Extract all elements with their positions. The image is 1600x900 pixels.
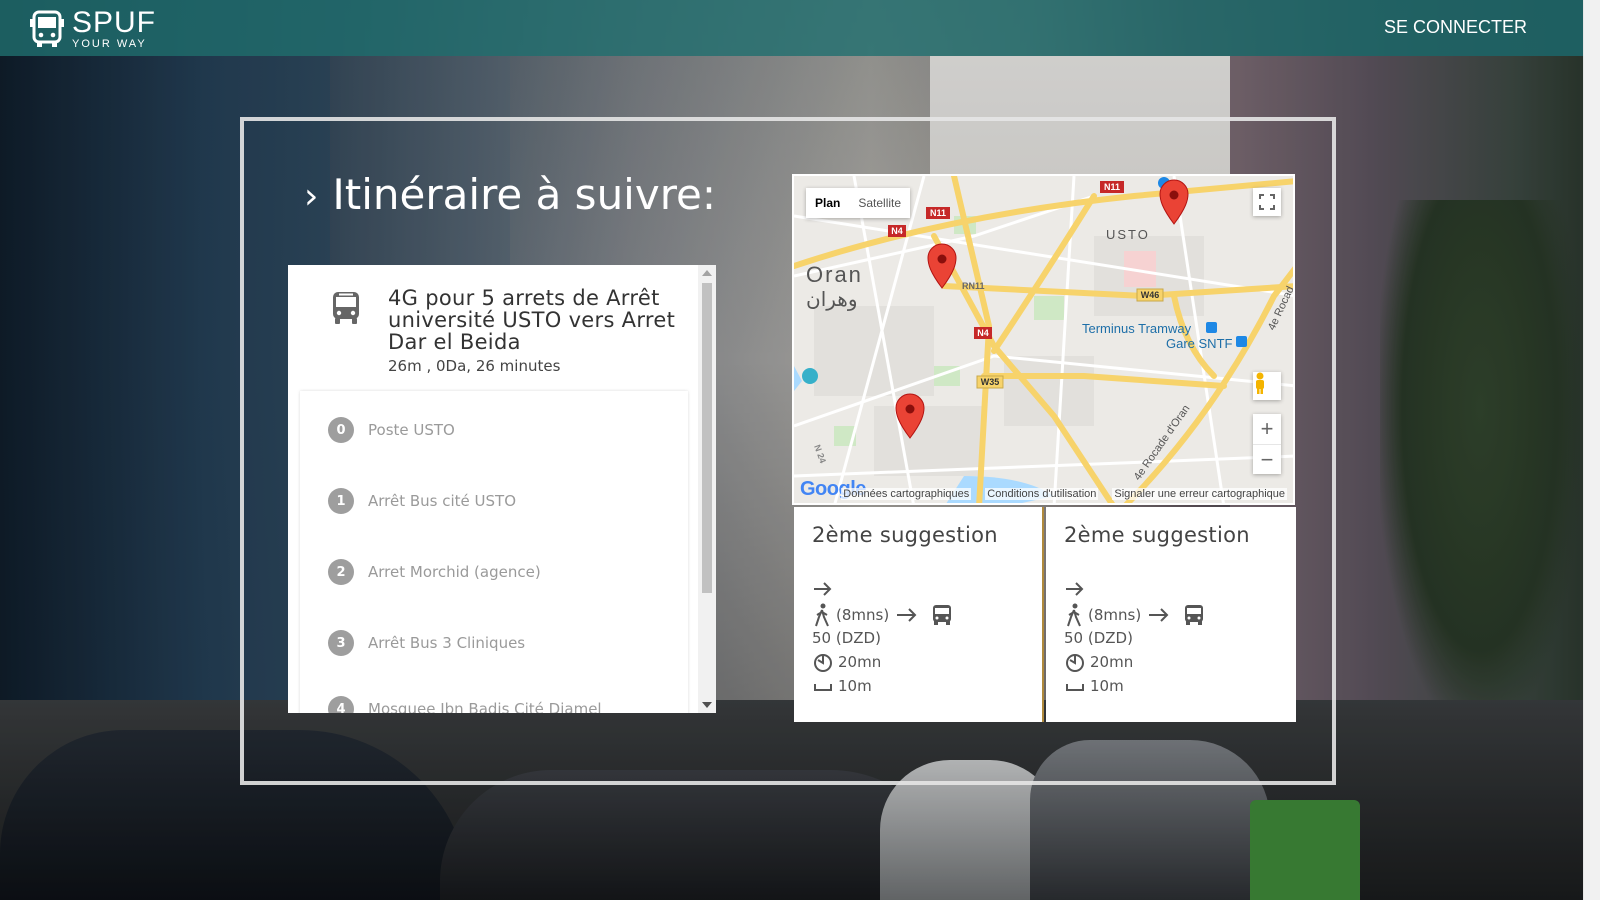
itinerary-panel[interactable]: 4G pour 5 arrets de Arrêt université UST… — [288, 265, 716, 713]
suggestion-arrow — [812, 581, 838, 597]
walk-icon — [815, 603, 829, 627]
arrow-right-icon — [1149, 608, 1169, 622]
itinerary-title: 4G pour 5 arrets de Arrêt université UST… — [388, 286, 676, 354]
map-report-link[interactable]: Signaler une erreur cartographique — [1112, 488, 1287, 500]
duration-value: 20mn — [838, 653, 882, 671]
map-data-link[interactable]: Données cartographiques — [841, 488, 972, 500]
login-link[interactable]: SE CONNECTER — [1384, 17, 1527, 38]
list-item[interactable]: 1 Arrêt Bus cité USTO — [328, 488, 516, 514]
timer-icon — [814, 654, 832, 672]
map-footer: Données cartographiques Conditions d'uti… — [794, 485, 1293, 503]
page-background: SPUF YOUR WAY SE CONNECTER › Itinéraire … — [0, 0, 1583, 900]
bus-icon — [30, 10, 64, 47]
stop-number: 2 — [328, 559, 354, 585]
pegman-icon — [1256, 372, 1264, 394]
logo-name: SPUF — [72, 6, 157, 39]
walk-time: (8mns) — [1088, 606, 1142, 624]
itinerary-scrollbar[interactable] — [698, 265, 716, 713]
street-view-button[interactable] — [1253, 372, 1281, 400]
scroll-down-arrow[interactable] — [702, 702, 712, 708]
road-label: N11 — [1104, 182, 1120, 192]
logo[interactable]: SPUF YOUR WAY — [28, 8, 156, 50]
road-label: N4 — [977, 328, 989, 338]
stop-number: 4 — [328, 696, 354, 713]
stop-number: 3 — [328, 630, 354, 656]
scroll-thumb[interactable] — [702, 283, 712, 593]
chevron-right-icon: › — [304, 176, 319, 217]
stop-name: Arrêt Bus cité USTO — [368, 492, 517, 510]
bus-icon — [1185, 605, 1204, 625]
timer-icon — [1066, 654, 1084, 672]
ruler-icon — [1066, 684, 1084, 691]
duration-value: 20mn — [1090, 653, 1134, 671]
map-label-oran-arabic: وهران — [806, 287, 857, 311]
road-label: N11 — [930, 208, 946, 218]
map-label-usto: USTO — [1106, 227, 1150, 242]
stop-name: Mosquee Ibn Badis Cité Djamel — [368, 700, 602, 713]
stop-number: 1 — [328, 488, 354, 514]
map-terms-link[interactable]: Conditions d'utilisation — [985, 488, 1099, 500]
list-item[interactable]: 0 Poste USTO — [328, 417, 455, 443]
suggestion-duration: 20mn — [812, 651, 881, 673]
zoom-out-button[interactable]: − — [1253, 445, 1281, 475]
map-label-terminus: Terminus Tramway — [1082, 321, 1192, 336]
list-item[interactable]: 3 Arrêt Bus 3 Cliniques — [328, 630, 525, 656]
fullscreen-button[interactable] — [1253, 188, 1281, 216]
suggestion-price: 50 (DZD) — [812, 629, 881, 647]
suggestion-card[interactable]: 2ème suggestion (8mns) 50 (DZD) 20mn 10m — [794, 507, 1044, 722]
suggestion-card[interactable]: 2ème suggestion (8mns) 50 (DZD) 20mn 10m — [1046, 507, 1296, 722]
zoom-control: + − — [1253, 414, 1281, 474]
walk-icon — [1067, 603, 1081, 627]
road-label: W46 — [1141, 290, 1160, 300]
suggestion-duration: 20mn — [1064, 651, 1133, 673]
list-item[interactable]: 4 Mosquee Ibn Badis Cité Djamel — [328, 696, 602, 713]
arrow-right-icon — [1066, 582, 1084, 596]
bus-icon — [333, 292, 359, 324]
suggestion-price: 50 (DZD) — [1064, 629, 1133, 647]
arrow-right-icon — [814, 582, 832, 596]
itinerary-summary: 26m , 0Da, 26 minutes — [388, 357, 561, 375]
stops-list: 0 Poste USTO 1 Arrêt Bus cité USTO 2 Arr… — [300, 391, 688, 713]
map-label-oran: Oran — [806, 262, 863, 287]
walk-time: (8mns) — [836, 606, 890, 624]
arrow-right-icon — [897, 608, 917, 622]
map-type-plan[interactable]: Plan — [806, 188, 849, 218]
road-label: RN11 — [962, 281, 985, 291]
itinerary-header: 4G pour 5 arrets de Arrêt université UST… — [288, 265, 698, 390]
map-type-satellite[interactable]: Satellite — [849, 188, 910, 218]
suggestion-route: (8mns) — [812, 603, 957, 627]
suggestion-distance: 10m — [812, 677, 872, 695]
map-label-gare: Gare SNTF — [1166, 336, 1233, 351]
page-scrollbar[interactable] — [1583, 0, 1600, 900]
fullscreen-icon — [1259, 194, 1275, 210]
route-map[interactable]: N11 N11 N4 N4 RN11 W46 W35 N 24 Oran وهر… — [792, 174, 1295, 505]
distance-value: 10m — [838, 677, 872, 695]
suggestion-arrow — [1064, 581, 1090, 597]
map-type-control: Plan Satellite — [806, 188, 911, 218]
suggestion-title: 2ème suggestion — [812, 523, 998, 547]
zoom-in-button[interactable]: + — [1253, 414, 1281, 445]
road-label: W35 — [981, 377, 1000, 387]
suggestion-route: (8mns) — [1064, 603, 1209, 627]
stop-number: 0 — [328, 417, 354, 443]
stop-name: Arret Morchid (agence) — [368, 563, 541, 581]
map-canvas[interactable]: N11 N11 N4 N4 RN11 W46 W35 N 24 Oran وهر… — [794, 176, 1295, 505]
suggestion-title: 2ème suggestion — [1064, 523, 1250, 547]
stop-name: Arrêt Bus 3 Cliniques — [368, 634, 526, 652]
stop-name: Poste USTO — [368, 421, 455, 439]
logo-tagline: YOUR WAY — [72, 38, 147, 50]
ruler-icon — [814, 684, 832, 691]
scroll-up-arrow[interactable] — [702, 270, 712, 276]
list-item[interactable]: 2 Arret Morchid (agence) — [328, 559, 541, 585]
distance-value: 10m — [1090, 677, 1124, 695]
navbar: SPUF YOUR WAY SE CONNECTER — [0, 0, 1583, 56]
page-title: › Itinéraire à suivre: — [304, 170, 716, 219]
page-title-text: Itinéraire à suivre: — [332, 170, 717, 219]
suggestion-distance: 10m — [1064, 677, 1124, 695]
bus-icon — [933, 605, 952, 625]
road-label: N4 — [891, 226, 903, 236]
